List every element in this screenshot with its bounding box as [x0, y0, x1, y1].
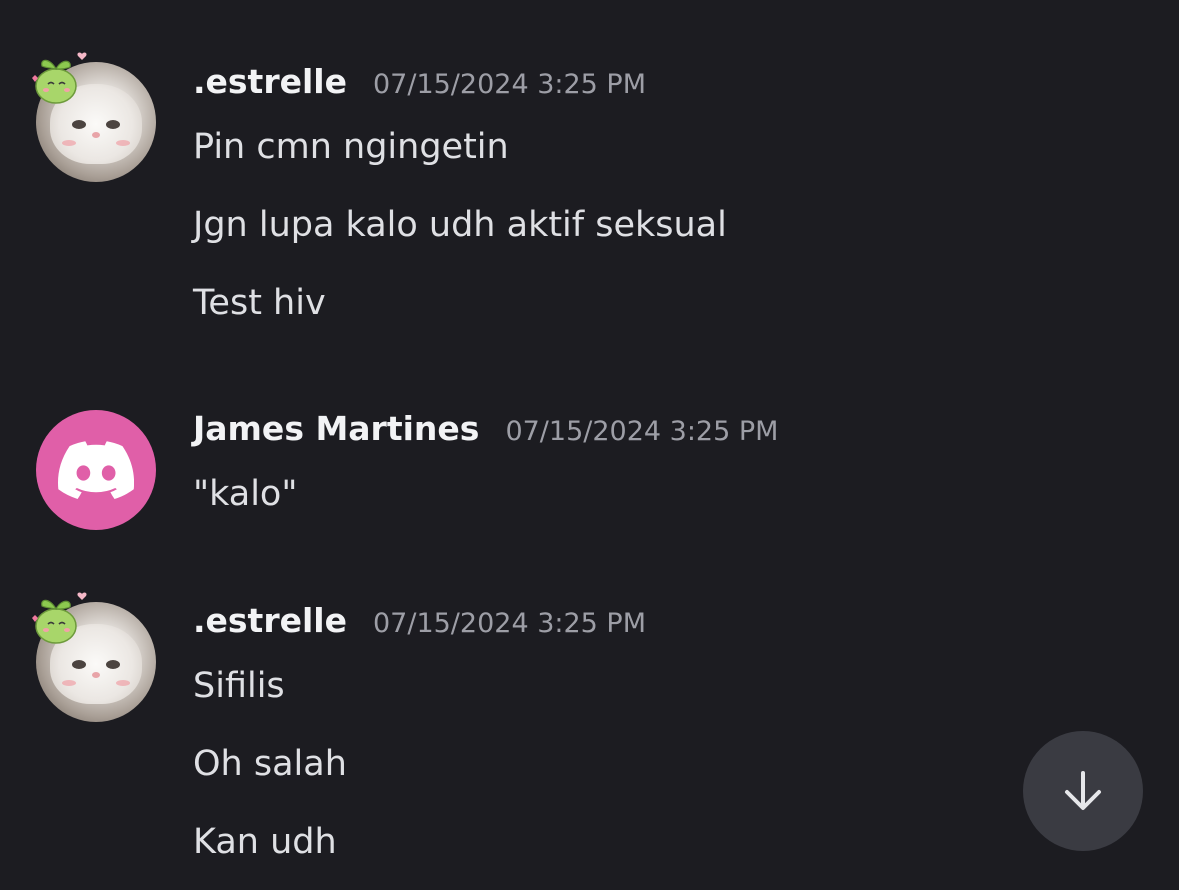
username[interactable]: .estrelle: [193, 601, 347, 640]
sprout-sticker-icon: [32, 52, 87, 104]
message-text: Test hiv: [193, 283, 326, 323]
message-text: Oh salah: [193, 744, 347, 784]
discord-default-avatar: [36, 410, 156, 530]
username[interactable]: .estrelle: [193, 62, 347, 101]
chat-messages-area: .estrelle 07/15/2024 3:25 PM Pin cmn ngi…: [0, 0, 1179, 890]
user-avatar[interactable]: [32, 592, 156, 722]
sprout-sticker-icon: [32, 592, 87, 644]
user-avatar[interactable]: [32, 52, 156, 182]
timestamp: 07/15/2024 3:25 PM: [373, 69, 646, 100]
timestamp: 07/15/2024 3:25 PM: [373, 608, 646, 639]
message-text: Pin cmn ngingetin: [193, 127, 509, 167]
message-text: Kan udh: [193, 822, 337, 862]
jump-to-bottom-button[interactable]: [1023, 731, 1143, 851]
message-text: "kalo": [193, 474, 298, 514]
message-text: Sifilis: [193, 666, 285, 706]
username[interactable]: James Martines: [193, 409, 479, 448]
arrow-down-icon: [1065, 771, 1101, 810]
user-avatar[interactable]: [36, 410, 156, 530]
message-header: .estrelle 07/15/2024 3:25 PM: [193, 62, 646, 112]
timestamp: 07/15/2024 3:25 PM: [505, 416, 779, 447]
discord-logo-icon: [58, 441, 134, 499]
message-text: Jgn lupa kalo udh aktif seksual: [193, 205, 727, 245]
message-header: James Martines 07/15/2024 3:25 PM: [193, 409, 778, 459]
message-header: .estrelle 07/15/2024 3:25 PM: [193, 601, 646, 651]
